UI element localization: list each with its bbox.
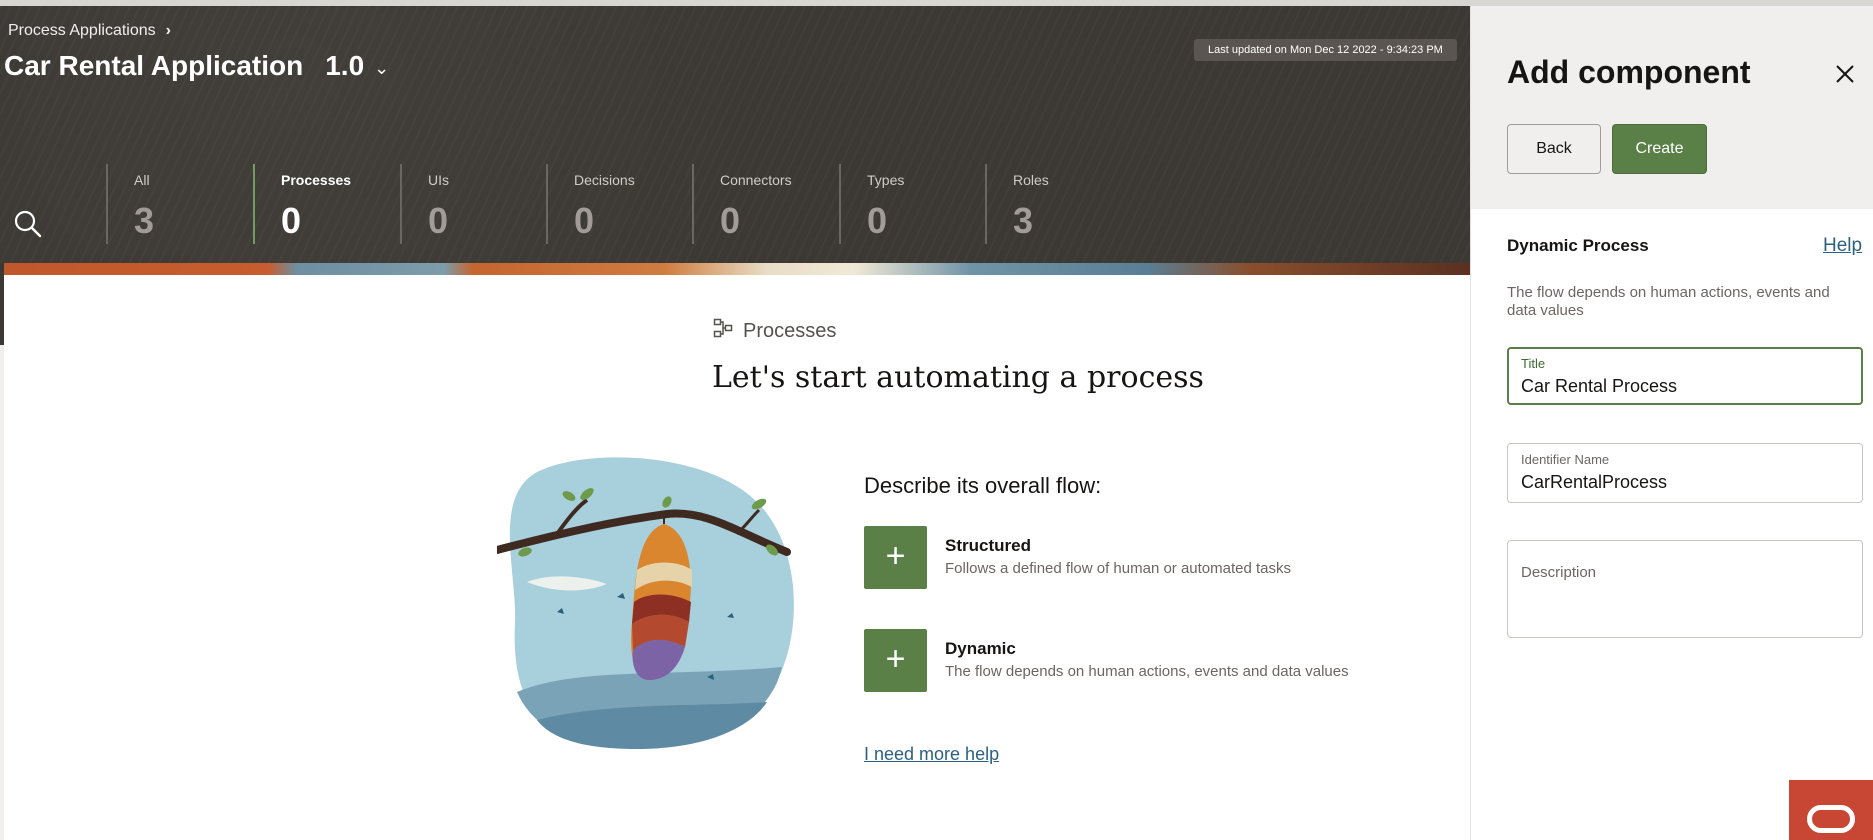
description-field[interactable]: Description — [1507, 540, 1863, 638]
stat-processes[interactable]: Processes 0 — [253, 164, 351, 244]
section-label: Processes — [713, 318, 836, 344]
header-edge — [0, 263, 4, 345]
last-updated-badge: Last updated on Mon Dec 12 2022 - 9:34:2… — [1194, 39, 1457, 61]
stat-types[interactable]: Types 0 — [839, 164, 904, 244]
process-flow-icon — [713, 318, 733, 344]
breadcrumb-link[interactable]: Process Applications — [8, 22, 156, 40]
title-field[interactable]: Title Car Rental Process — [1507, 347, 1863, 405]
stat-count: 0 — [281, 200, 302, 241]
stat-count: 3 — [134, 200, 155, 241]
version-selector[interactable]: 1.0 — [325, 50, 364, 82]
drawer-header: Add component Back Create — [1471, 6, 1873, 209]
stat-count: 0 — [867, 200, 888, 241]
stat-uis[interactable]: UIs 0 — [400, 164, 449, 244]
chrysalis-illustration — [493, 452, 797, 750]
stat-count: 0 — [574, 200, 595, 241]
describe-prompt: Describe its overall flow: — [864, 473, 1102, 498]
plus-icon[interactable]: + — [864, 526, 927, 589]
option-description: Follows a defined flow of human or autom… — [945, 560, 1292, 577]
stat-decisions[interactable]: Decisions 0 — [546, 164, 635, 244]
app-header: Process Applications › Car Rental Applic… — [0, 6, 1470, 263]
close-icon[interactable] — [1833, 62, 1857, 86]
description-field-label: Description — [1521, 564, 1597, 581]
add-component-drawer: Add component Back Create Dynamic Proces… — [1470, 6, 1873, 840]
drawer-title: Add component — [1507, 54, 1751, 90]
option-text: Structured Follows a defined flow of hum… — [945, 536, 1291, 577]
title-field-value[interactable]: Car Rental Process — [1521, 376, 1677, 397]
stat-label: Connectors — [720, 172, 792, 188]
page-headline: Let's start automating a process — [712, 360, 1204, 395]
stat-count: 0 — [428, 200, 449, 241]
create-button[interactable]: Create — [1612, 124, 1707, 174]
oracle-ring — [1807, 805, 1855, 833]
title-field-label: Title — [1521, 356, 1546, 371]
plus-icon[interactable]: + — [864, 629, 927, 692]
stat-roles[interactable]: Roles 3 — [985, 164, 1049, 244]
stat-count: 0 — [720, 200, 741, 241]
decorative-banner — [4, 263, 1470, 275]
more-help-link[interactable]: I need more help — [864, 744, 999, 765]
stat-label: UIs — [428, 172, 449, 188]
app-title: Car Rental Application 1.0 ⌄ — [4, 50, 389, 82]
option-structured[interactable]: + Structured Follows a defined flow of h… — [864, 526, 1291, 589]
chevron-right-icon: › — [165, 22, 171, 39]
identifier-name-field[interactable]: Identifier Name CarRentalProcess — [1507, 443, 1863, 503]
stat-connectors[interactable]: Connectors 0 — [692, 164, 792, 244]
stat-all[interactable]: All 3 — [106, 164, 154, 244]
help-link[interactable]: Help — [1823, 235, 1862, 257]
section-label-text: Processes — [743, 319, 837, 342]
left-gutter — [0, 345, 4, 840]
section-description: The flow depends on human actions, event… — [1507, 284, 1830, 319]
option-dynamic[interactable]: + Dynamic The flow depends on human acti… — [864, 629, 1349, 692]
oracle-logo-icon[interactable] — [1789, 780, 1873, 840]
stat-label: Types — [867, 172, 905, 188]
identifier-field-label: Identifier Name — [1521, 452, 1610, 467]
option-title: Dynamic — [945, 639, 1016, 658]
stat-label: All — [134, 172, 150, 188]
identifier-field-value[interactable]: CarRentalProcess — [1521, 472, 1667, 493]
back-button[interactable]: Back — [1507, 124, 1601, 174]
search-icon[interactable] — [12, 208, 44, 240]
option-title: Structured — [945, 536, 1031, 555]
breadcrumb[interactable]: Process Applications › — [8, 22, 171, 40]
stat-label: Roles — [1013, 172, 1049, 188]
option-text: Dynamic The flow depends on human action… — [945, 639, 1349, 680]
chevron-down-icon[interactable]: ⌄ — [374, 58, 389, 79]
option-description: The flow depends on human actions, event… — [945, 663, 1349, 680]
stat-label: Processes — [281, 172, 352, 188]
app-name: Car Rental Application — [4, 50, 304, 81]
stat-label: Decisions — [574, 172, 635, 188]
stat-count: 3 — [1013, 200, 1034, 241]
section-title: Dynamic Process — [1507, 236, 1649, 255]
